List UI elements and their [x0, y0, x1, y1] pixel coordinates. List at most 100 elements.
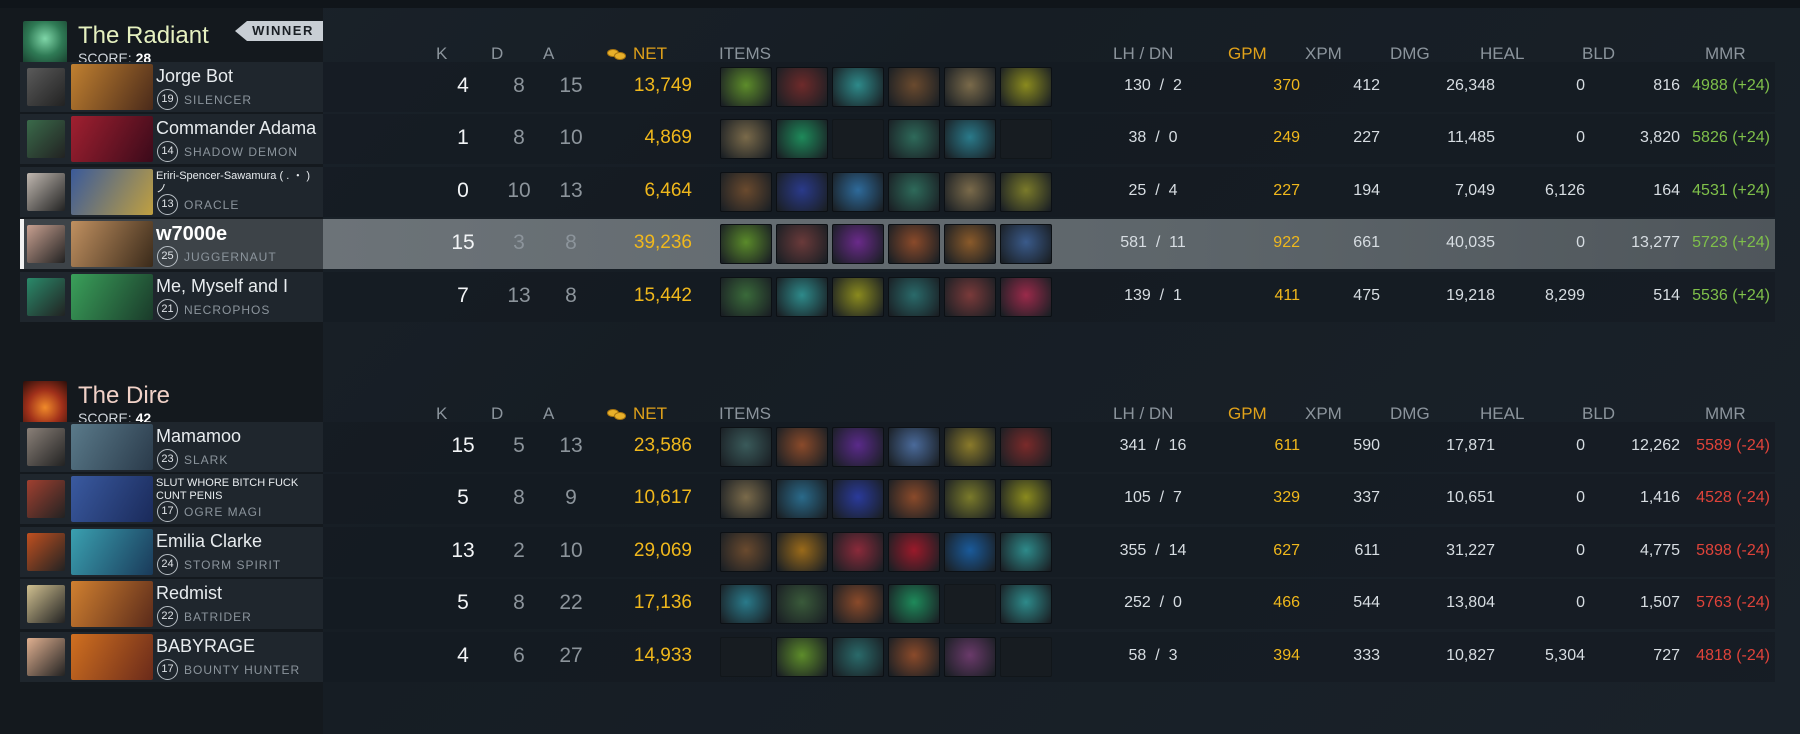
item-slot[interactable]	[776, 67, 828, 107]
item-slot[interactable]	[720, 67, 772, 107]
item-slot[interactable]	[720, 427, 772, 467]
player-row[interactable]: Emilia Clarke 24 STORM SPIRIT 13 2 10 29,069 35…	[20, 526, 1775, 577]
player-avatar[interactable]	[27, 428, 65, 466]
item-slot[interactable]	[888, 119, 940, 160]
col-kills[interactable]: K	[436, 404, 447, 424]
item-slot[interactable]	[832, 119, 884, 160]
item-slot[interactable]	[944, 479, 996, 520]
hero-portrait[interactable]	[71, 221, 153, 268]
hero-portrait[interactable]	[71, 633, 153, 680]
item-slot[interactable]	[944, 119, 996, 160]
item-slot[interactable]	[944, 224, 996, 265]
player-row[interactable]: Eriri-Spencer-Sawamura ( . ・ ) ノ 13 ORACLE…	[20, 166, 1775, 217]
player-avatar[interactable]	[27, 585, 65, 624]
item-slot[interactable]	[944, 427, 996, 467]
player-name[interactable]: Eriri-Spencer-Sawamura ( . ・ ) ノ	[156, 170, 321, 196]
hero-portrait[interactable]	[71, 528, 153, 575]
item-slot[interactable]	[888, 67, 940, 107]
item-slot[interactable]	[1000, 584, 1052, 625]
col-net[interactable]: NET	[607, 44, 667, 64]
player-avatar[interactable]	[27, 120, 65, 159]
item-slot[interactable]	[832, 276, 884, 317]
item-slot[interactable]	[944, 171, 996, 212]
item-slot[interactable]	[888, 224, 940, 265]
col-gpm[interactable]: GPM	[1228, 404, 1267, 424]
col-mmr[interactable]: MMR	[1705, 44, 1746, 64]
item-slot[interactable]	[720, 584, 772, 625]
player-row[interactable]: BABYRAGE 17 BOUNTY HUNTER 4 6 27 14,933 58 / 33…	[20, 631, 1775, 682]
player-name[interactable]: Mamamoo	[156, 426, 241, 447]
col-lh-dn[interactable]: LH / DN	[1113, 44, 1173, 64]
item-slot[interactable]	[1000, 119, 1052, 160]
item-slot[interactable]	[832, 531, 884, 572]
col-mmr[interactable]: MMR	[1705, 404, 1746, 424]
col-xpm[interactable]: XPM	[1305, 44, 1342, 64]
player-name[interactable]: Emilia Clarke	[156, 531, 262, 552]
col-bld[interactable]: BLD	[1582, 44, 1615, 64]
hero-portrait[interactable]	[71, 273, 153, 320]
item-slot[interactable]	[832, 479, 884, 520]
item-slot[interactable]	[776, 584, 828, 625]
player-name[interactable]: w7000e	[156, 223, 227, 246]
player-name[interactable]: Commander Adama	[156, 118, 316, 139]
item-slot[interactable]	[776, 427, 828, 467]
col-bld[interactable]: BLD	[1582, 404, 1615, 424]
player-avatar[interactable]	[27, 532, 65, 571]
player-row[interactable]: Mamamoo 23 SLARK 15 5 13 23,586 341 / 16 611 590 1…	[20, 422, 1775, 472]
player-avatar[interactable]	[27, 277, 65, 316]
item-slot[interactable]	[944, 584, 996, 625]
item-slot[interactable]	[720, 531, 772, 572]
item-slot[interactable]	[776, 224, 828, 265]
player-row[interactable]: w7000e 25 JUGGERNAUT 15 3 8 39,236 581 / 11 922 6…	[20, 219, 1775, 270]
item-slot[interactable]	[832, 171, 884, 212]
item-slot[interactable]	[1000, 171, 1052, 212]
hero-portrait[interactable]	[71, 581, 153, 628]
item-slot[interactable]	[776, 479, 828, 520]
item-slot[interactable]	[720, 171, 772, 212]
item-slot[interactable]	[1000, 636, 1052, 677]
item-slot[interactable]	[720, 224, 772, 265]
item-slot[interactable]	[720, 119, 772, 160]
player-name[interactable]: Me, Myself and I	[156, 276, 288, 297]
col-heal[interactable]: HEAL	[1480, 44, 1524, 64]
player-name[interactable]: BABYRAGE	[156, 636, 255, 657]
item-slot[interactable]	[832, 224, 884, 265]
player-avatar[interactable]	[27, 225, 65, 264]
item-slot[interactable]	[1000, 479, 1052, 520]
hero-portrait[interactable]	[71, 424, 153, 470]
item-slot[interactable]	[832, 427, 884, 467]
col-deaths[interactable]: D	[491, 44, 503, 64]
item-slot[interactable]	[776, 531, 828, 572]
col-dmg[interactable]: DMG	[1390, 404, 1430, 424]
hero-portrait[interactable]	[71, 168, 153, 215]
item-slot[interactable]	[888, 276, 940, 317]
item-slot[interactable]	[720, 276, 772, 317]
player-row[interactable]: Me, Myself and I 21 NECROPHOS 7 13 8 15,442 139…	[20, 271, 1775, 322]
player-row[interactable]: Redmist 22 BATRIDER 5 8 22 17,136 252 / 0 466 544…	[20, 579, 1775, 630]
player-name[interactable]: SLUT WHORE BITCH FUCK CUNT PENIS	[156, 477, 321, 503]
item-slot[interactable]	[832, 67, 884, 107]
item-slot[interactable]	[1000, 531, 1052, 572]
player-row[interactable]: Commander Adama 14 SHADOW DEMON 1 8 10 4,869 38…	[20, 114, 1775, 165]
hero-portrait[interactable]	[71, 116, 153, 163]
player-avatar[interactable]	[27, 68, 65, 106]
item-slot[interactable]	[944, 531, 996, 572]
item-slot[interactable]	[1000, 427, 1052, 467]
player-avatar[interactable]	[27, 637, 65, 676]
item-slot[interactable]	[888, 427, 940, 467]
item-slot[interactable]	[944, 67, 996, 107]
col-dmg[interactable]: DMG	[1390, 44, 1430, 64]
item-slot[interactable]	[832, 584, 884, 625]
player-avatar[interactable]	[27, 480, 65, 519]
item-slot[interactable]	[720, 479, 772, 520]
col-lh-dn[interactable]: LH / DN	[1113, 404, 1173, 424]
col-kills[interactable]: K	[436, 44, 447, 64]
item-slot[interactable]	[1000, 276, 1052, 317]
col-net[interactable]: NET	[607, 404, 667, 424]
col-assists[interactable]: A	[543, 404, 554, 424]
col-xpm[interactable]: XPM	[1305, 404, 1342, 424]
item-slot[interactable]	[1000, 67, 1052, 107]
item-slot[interactable]	[776, 636, 828, 677]
item-slot[interactable]	[888, 584, 940, 625]
item-slot[interactable]	[776, 119, 828, 160]
